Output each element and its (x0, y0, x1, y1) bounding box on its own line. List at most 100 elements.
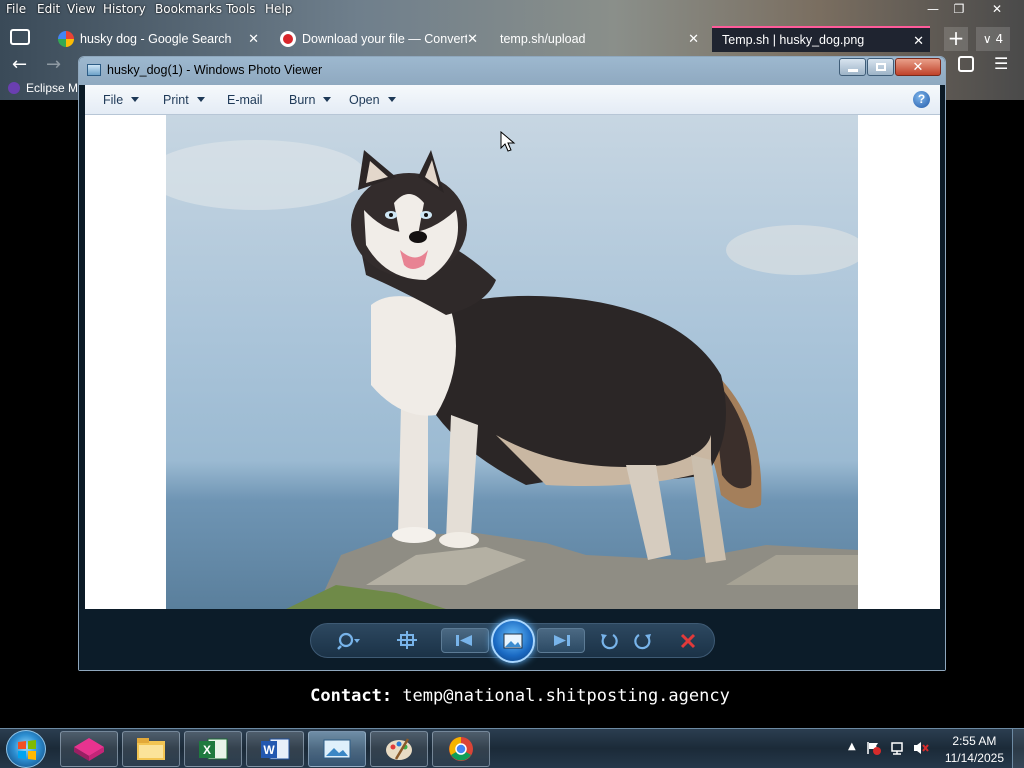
previous-button[interactable] (441, 628, 489, 653)
photo-viewer-menubar: File Print E-mail Burn Open ? (85, 85, 940, 115)
browser-close-icon[interactable]: ✕ (986, 0, 1008, 18)
menu-label: E-mail (227, 93, 263, 107)
eclipse-icon (8, 82, 20, 94)
tab-close-icon[interactable]: ✕ (467, 31, 478, 47)
rotate-clockwise-icon[interactable] (631, 630, 655, 652)
file-explorer-icon (137, 738, 165, 760)
paint-icon (386, 738, 412, 760)
chevron-down-icon (196, 97, 205, 102)
actual-size-icon[interactable] (395, 630, 419, 652)
start-button[interactable] (6, 730, 46, 768)
rotate-counterclockwise-icon[interactable] (597, 630, 621, 652)
volume-muted-icon[interactable] (912, 740, 930, 756)
chevron-down-icon (323, 97, 332, 102)
menu-tools[interactable]: Tools (226, 2, 256, 16)
zoom-icon[interactable] (337, 630, 361, 652)
tab-close-icon[interactable]: ✕ (913, 33, 924, 49)
tab-title: temp.sh/upload (500, 32, 586, 46)
word-icon: W (261, 738, 290, 760)
bookmarks-bar: Eclipse M (0, 78, 80, 98)
menu-history[interactable]: History (103, 2, 146, 16)
contact-label: Contact: (310, 686, 393, 706)
action-center-icon[interactable] (866, 740, 882, 756)
taskbar: X W ▲ 2:55 AM 11/14/2025 (0, 728, 1024, 768)
taskbar-photo-viewer[interactable] (308, 731, 366, 767)
browser-restore-icon[interactable]: ❐ (948, 0, 970, 18)
clock[interactable]: 2:55 AM 11/14/2025 (945, 733, 1004, 767)
forward-icon[interactable]: → (46, 54, 61, 75)
menu-label: Open (349, 93, 380, 107)
clock-date: 11/14/2025 (944, 751, 1004, 765)
tab-strip: husky dog - Google Search ✕ Download you… (0, 24, 1024, 54)
browser-minimize-icon[interactable]: — (922, 0, 944, 18)
tab-temp-upload[interactable]: temp.sh/upload ✕ (490, 26, 705, 52)
chevron-down-icon (387, 97, 396, 102)
tab-title: Download your file — Converti (302, 32, 467, 46)
clock-time: 2:55 AM (952, 734, 997, 748)
tab-overview-icon[interactable] (10, 29, 30, 45)
tab-close-icon[interactable]: ✕ (248, 31, 259, 47)
taskbar-word[interactable]: W (246, 731, 304, 767)
tab-count-badge: 4 (995, 32, 1004, 46)
taskbar-paint[interactable] (370, 731, 428, 767)
google-icon (58, 31, 74, 47)
photo-viewer-titlebar[interactable]: husky_dog(1) - Windows Photo Viewer ✕ (79, 57, 945, 85)
delete-icon[interactable] (676, 630, 700, 652)
close-button[interactable]: ✕ (895, 58, 941, 76)
system-tray: ▲ 2:55 AM 11/14/2025 (834, 729, 1024, 768)
tab-temp-husky[interactable]: Temp.sh | husky_dog.png ✕ (712, 26, 930, 52)
minimize-icon (847, 68, 858, 72)
maximize-button[interactable] (867, 58, 894, 76)
next-icon (554, 635, 570, 646)
chrome-icon (449, 737, 473, 761)
photo-viewer-title: husky_dog(1) - Windows Photo Viewer (107, 63, 323, 77)
converter-icon (280, 31, 296, 47)
taskbar-explorer[interactable] (122, 731, 180, 767)
menu-file-button[interactable]: File (103, 93, 140, 107)
app-menu-icon[interactable]: ☰ (994, 54, 1008, 73)
contact-email[interactable]: temp@national.shitposting.agency (402, 686, 730, 706)
menu-email-button[interactable]: E-mail (227, 93, 262, 107)
image-canvas (85, 115, 940, 609)
menu-label: Burn (289, 93, 316, 107)
menu-help[interactable]: Help (265, 2, 292, 16)
close-icon: ✕ (912, 59, 924, 75)
window-controls: ✕ (838, 58, 941, 76)
tab-list-button[interactable]: ∨ 4 (976, 27, 1010, 51)
menu-label: Print (163, 93, 189, 107)
photo-viewer-app-icon (87, 64, 101, 76)
slideshow-button[interactable] (491, 619, 535, 663)
tab-title: husky dog - Google Search (80, 32, 232, 46)
menu-view[interactable]: View (67, 2, 95, 16)
tab-download-file[interactable]: Download your file — Converti ✕ (272, 26, 484, 52)
svg-text:W: W (263, 743, 275, 757)
tab-close-icon[interactable]: ✕ (688, 31, 699, 47)
bookmark-eclipse[interactable]: Eclipse M (26, 81, 78, 95)
previous-icon (456, 635, 472, 646)
help-icon[interactable]: ? (913, 91, 930, 108)
next-button[interactable] (537, 628, 585, 653)
photo-viewer-controlbar-area (79, 609, 945, 670)
menu-file[interactable]: File (6, 2, 26, 16)
network-icon[interactable] (890, 740, 906, 756)
tab-google-search[interactable]: husky dog - Google Search ✕ (50, 26, 265, 52)
menu-print-button[interactable]: Print (163, 93, 205, 107)
menu-bookmarks[interactable]: Bookmarks (155, 2, 222, 16)
taskbar-chrome[interactable] (432, 731, 490, 767)
husky-image (166, 115, 858, 609)
minimize-button[interactable] (839, 58, 866, 76)
back-icon[interactable]: ← (12, 54, 27, 75)
windows-logo-icon (18, 740, 36, 760)
menu-burn-button[interactable]: Burn (289, 93, 332, 107)
menu-open-button[interactable]: Open (349, 93, 396, 107)
taskbar-paint3d[interactable] (60, 731, 118, 767)
chevron-down-icon (131, 97, 140, 102)
menu-edit[interactable]: Edit (37, 2, 60, 16)
show-hidden-icons[interactable]: ▲ (848, 741, 856, 752)
taskbar-excel[interactable]: X (184, 731, 242, 767)
show-desktop-button[interactable] (1012, 729, 1024, 768)
paint-3d-icon (74, 738, 104, 761)
new-tab-icon[interactable]: + (944, 27, 968, 51)
maximize-icon (875, 63, 886, 71)
extensions-icon[interactable] (958, 56, 974, 72)
